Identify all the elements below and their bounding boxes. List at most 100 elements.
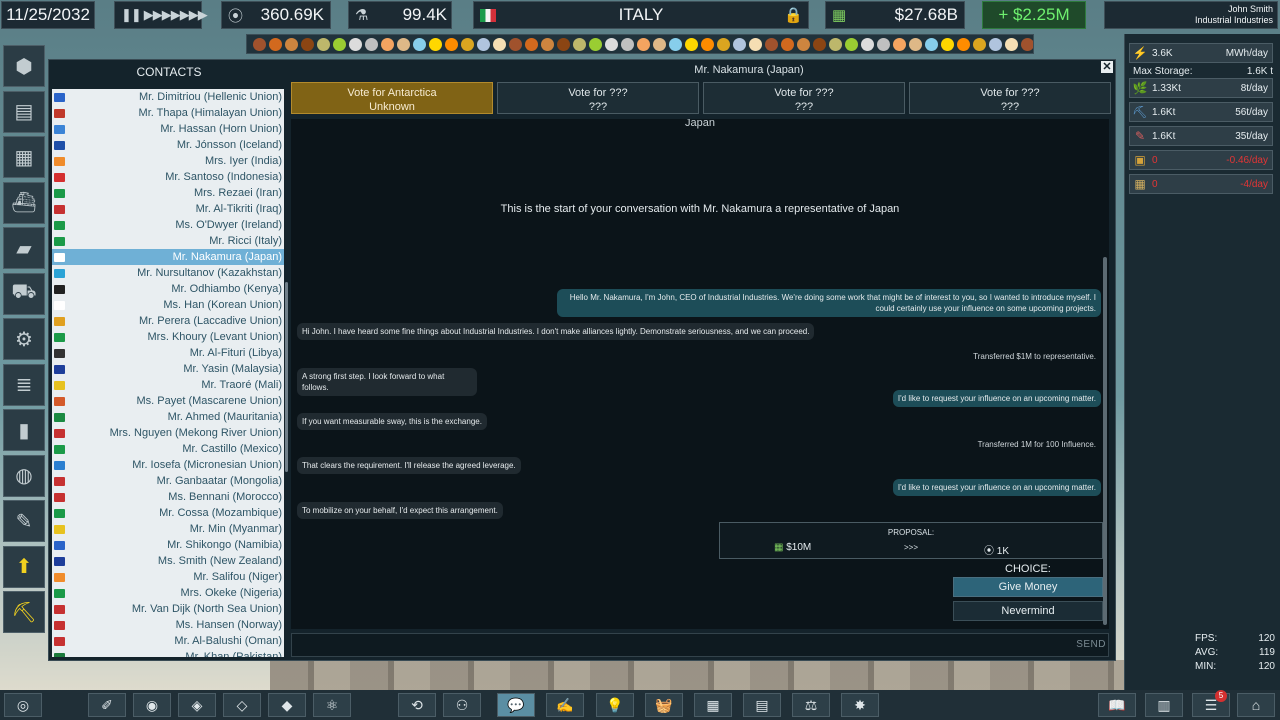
lightbulb-icon[interactable]: 💡 (596, 693, 634, 717)
contact-item[interactable]: Mr. Odhiambo (Kenya) (52, 281, 284, 297)
contact-item[interactable]: Ms. Smith (New Zealand) (52, 553, 284, 569)
send-button[interactable]: SEND (1076, 639, 1106, 650)
resource-type-icon[interactable] (909, 37, 922, 51)
resource-row[interactable]: ✎ 1.6Kt 35t/day (1129, 126, 1273, 146)
notifications-icon[interactable]: ☰ 5 (1192, 690, 1230, 717)
resource-type-icon[interactable] (461, 37, 474, 51)
resource-type-icon[interactable] (813, 37, 826, 51)
resource-type-icon[interactable] (685, 37, 698, 51)
resource-type-icon[interactable] (365, 37, 378, 51)
power-plant-icon[interactable]: ▮ (3, 409, 45, 451)
contact-item[interactable]: Ms. O'Dwyer (Ireland) (52, 217, 284, 233)
resource-type-icon[interactable] (413, 37, 426, 51)
factory-icon[interactable]: ▦ (3, 136, 45, 178)
game-speed-control[interactable]: ❚❚ ▶▶▶▶▶▶▶ (114, 1, 208, 29)
resource-type-icon[interactable] (253, 37, 266, 51)
contact-item[interactable]: Mr. Nakamura (Japan) (52, 249, 284, 265)
basket-icon[interactable]: 🧺 (645, 693, 683, 717)
resource-type-icon[interactable] (637, 37, 650, 51)
contact-item[interactable]: Mrs. Okeke (Nigeria) (52, 585, 284, 601)
refinery-icon[interactable]: ⚙ (3, 318, 45, 360)
vote-tab[interactable]: Vote for ?????? (909, 82, 1111, 114)
resource-type-icon[interactable] (525, 37, 538, 51)
map-layers-icon[interactable]: ⬢ (3, 45, 45, 87)
contact-item[interactable]: Mr. Cossa (Mozambique) (52, 505, 284, 521)
contact-item[interactable]: Mr. Jónsson (Iceland) (52, 137, 284, 153)
user-profile[interactable]: John Smith Industrial Industries (1104, 1, 1278, 29)
chat-bubble-icon[interactable]: 💬 (497, 693, 535, 717)
resource-type-icon[interactable] (1021, 37, 1033, 51)
resource-row[interactable]: ▦ 0 -4/day (1129, 174, 1273, 194)
starburst-icon[interactable]: ✸ (841, 693, 879, 717)
contact-item[interactable]: Mr. Khan (Pakistan) (52, 649, 284, 657)
resource-type-icon[interactable] (941, 37, 954, 51)
resource-type-icon[interactable] (701, 37, 714, 51)
resource-type-icon[interactable] (333, 37, 346, 51)
contacts-scrollbar[interactable] (285, 282, 288, 472)
resource-type-icon[interactable] (653, 37, 666, 51)
lock-icon[interactable]: 🔒 (784, 6, 803, 24)
contact-item[interactable]: Mr. Yasin (Malaysia) (52, 361, 284, 377)
pause-icon[interactable]: ❚❚ (121, 7, 142, 23)
route-icon[interactable]: ⟲ (398, 693, 436, 717)
vote-tab[interactable]: Vote for Antarctica Unknown (291, 82, 493, 114)
resource-type-icon[interactable] (925, 37, 938, 51)
contact-item[interactable]: Mr. Ganbaatar (Mongolia) (52, 473, 284, 489)
resource-type-icon[interactable] (477, 37, 490, 51)
resource-type-icon[interactable] (765, 37, 778, 51)
contact-item[interactable]: Mr. Dimitriou (Hellenic Union) (52, 89, 284, 105)
book-icon[interactable]: 📖 (1098, 693, 1136, 717)
resource-icon-strip[interactable] (246, 34, 1034, 54)
contact-item[interactable]: Mr. Ahmed (Mauritania) (52, 409, 284, 425)
contact-item[interactable]: Mr. Hassan (Horn Union) (52, 121, 284, 137)
contact-item[interactable]: Mrs. Khoury (Levant Union) (52, 329, 284, 345)
train-icon[interactable]: ▤ (3, 90, 45, 133)
resource-type-icon[interactable] (429, 37, 442, 51)
contact-item[interactable]: Ms. Bennani (Morocco) (52, 489, 284, 505)
gavel-icon[interactable]: ⚖ (792, 693, 830, 717)
resource-type-icon[interactable] (605, 37, 618, 51)
contact-item[interactable]: Mr. Nursultanov (Kazakhstan) (52, 265, 284, 281)
upgrade-arrow-icon[interactable]: ⬆ (3, 545, 45, 588)
close-button[interactable]: ✕ (1101, 61, 1113, 73)
globe-icon[interactable]: ◎ (4, 693, 42, 717)
contact-item[interactable]: Mr. Traoré (Mali) (52, 377, 284, 393)
influence-stat[interactable]: ⦿ 360.69K (221, 1, 331, 29)
contact-item[interactable]: Mr. Min (Myanmar) (52, 521, 284, 537)
contact-item[interactable]: Mr. Al-Balushi (Oman) (52, 633, 284, 649)
energy-row[interactable]: ⚡ 3.6K MWh/day (1129, 43, 1273, 63)
resource-type-icon[interactable] (877, 37, 890, 51)
contact-item[interactable]: Mr. Al-Tikriti (Iraq) (52, 201, 284, 217)
pin-icon[interactable]: ✐ (88, 693, 126, 717)
research-stat[interactable]: ⚗ 99.4K (348, 1, 452, 29)
resource-type-icon[interactable] (733, 37, 746, 51)
contacts-list[interactable]: Mr. Dimitriou (Hellenic Union) Mr. Thapa … (52, 89, 284, 657)
eye-list-icon[interactable]: ◈ (178, 693, 216, 717)
contact-item[interactable]: Mr. Salifou (Niger) (52, 569, 284, 585)
resource-type-icon[interactable] (445, 37, 458, 51)
resource-type-icon[interactable] (589, 37, 602, 51)
atom-icon[interactable]: ⚛ (313, 693, 351, 717)
contact-item[interactable]: Mrs. Nguyen (Mekong River Union) (52, 425, 284, 441)
resource-type-icon[interactable] (509, 37, 522, 51)
resource-type-icon[interactable] (573, 37, 586, 51)
resource-type-icon[interactable] (893, 37, 906, 51)
resource-type-icon[interactable] (317, 37, 330, 51)
resource-type-icon[interactable] (957, 37, 970, 51)
resource-type-icon[interactable] (381, 37, 394, 51)
resource-type-icon[interactable] (781, 37, 794, 51)
eye-network-icon[interactable]: ◇ (223, 693, 261, 717)
resource-type-icon[interactable] (797, 37, 810, 51)
resource-type-icon[interactable] (269, 37, 282, 51)
resource-type-icon[interactable] (493, 37, 506, 51)
resource-type-icon[interactable] (973, 37, 986, 51)
contract-icon[interactable]: ✍ (546, 693, 584, 717)
bulldozer-icon[interactable]: ⛏ (3, 591, 45, 633)
eye-connections-icon[interactable]: ◆ (268, 693, 306, 717)
contact-item[interactable]: Ms. Han (Korean Union) (52, 297, 284, 313)
document-icon[interactable]: ▤ (743, 693, 781, 717)
contact-item[interactable]: Mrs. Rezaei (Iran) (52, 185, 284, 201)
play-icon[interactable]: ▶▶▶▶▶▶▶ (144, 7, 208, 23)
money-stat[interactable]: ▦ $27.68B (825, 1, 965, 29)
contact-item[interactable]: Mr. Van Dijk (North Sea Union) (52, 601, 284, 617)
